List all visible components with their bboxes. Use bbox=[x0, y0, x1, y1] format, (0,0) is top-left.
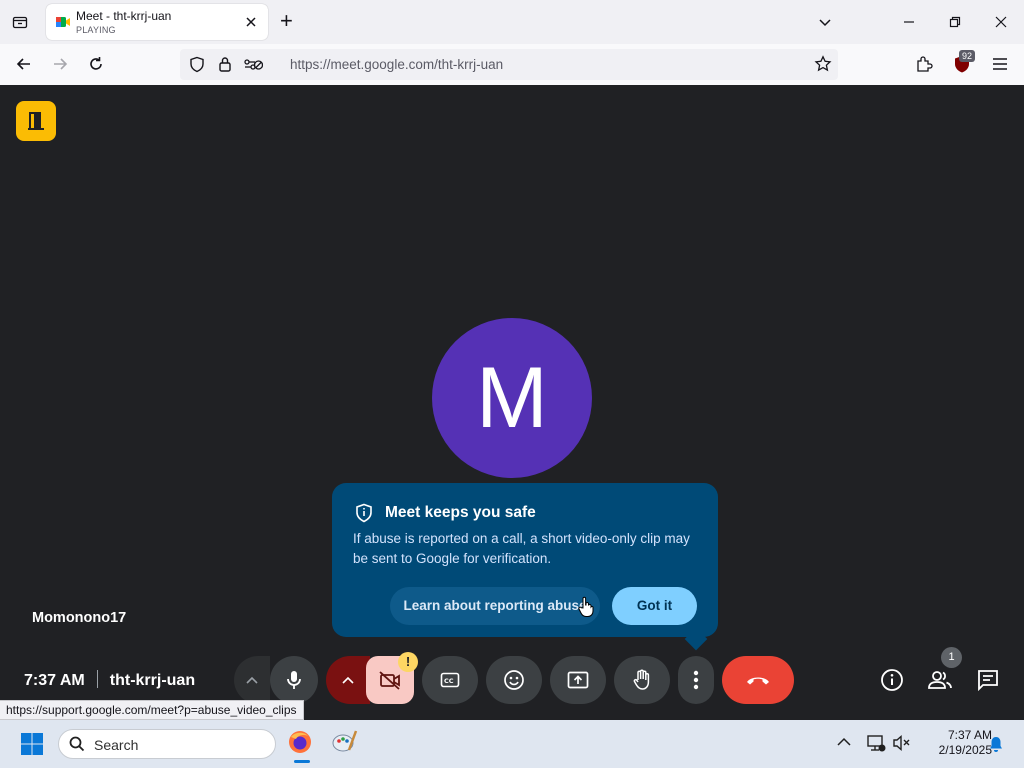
firefox-taskbar-icon[interactable] bbox=[286, 728, 318, 763]
meeting-time: 7:37 AM bbox=[24, 672, 85, 689]
paint-taskbar-icon[interactable] bbox=[330, 728, 362, 760]
end-call-button[interactable] bbox=[722, 656, 794, 704]
tooltip-title: Meet keeps you safe bbox=[385, 504, 536, 521]
extension-badge: 92 bbox=[959, 50, 976, 62]
hand-cursor-icon bbox=[578, 596, 594, 618]
shield-icon[interactable] bbox=[189, 56, 205, 73]
got-it-button[interactable]: Got it bbox=[612, 587, 697, 625]
meeting-info-icon[interactable] bbox=[876, 664, 908, 696]
taskbar-search-box[interactable]: Search bbox=[58, 729, 276, 759]
tab-meet[interactable]: Meet - tht-krrj-uan PLAYING bbox=[46, 4, 268, 40]
close-tab-icon[interactable] bbox=[244, 15, 258, 29]
shield-info-icon bbox=[355, 503, 373, 523]
windows-start-icon[interactable] bbox=[20, 732, 44, 756]
google-meet-icon bbox=[55, 14, 71, 30]
system-clock[interactable]: 7:37 AM 2/19/2025 bbox=[912, 728, 992, 758]
new-tab-button[interactable]: + bbox=[280, 10, 293, 32]
tooltip-body: If abuse is reported on a call, a short … bbox=[353, 531, 690, 566]
participant-name: Momonono17 bbox=[32, 610, 127, 626]
learn-reporting-abuse-button[interactable]: Learn about reporting abuse bbox=[390, 587, 600, 625]
clock-date: 2/19/2025 bbox=[938, 743, 992, 757]
video-options-chevron[interactable] bbox=[326, 656, 370, 704]
list-all-tabs-icon[interactable] bbox=[810, 7, 840, 37]
meet-call-area: M Meet keeps you safe If abuse is report… bbox=[0, 85, 1024, 720]
reload-icon[interactable] bbox=[81, 49, 111, 79]
lock-icon[interactable] bbox=[218, 56, 232, 73]
close-window-icon[interactable] bbox=[986, 7, 1016, 37]
extensions-icon[interactable] bbox=[909, 49, 939, 79]
show-hidden-icons-chevron[interactable] bbox=[836, 736, 852, 748]
audio-options-chevron[interactable] bbox=[234, 656, 270, 704]
safety-tooltip: Meet keeps you safe If abuse is reported… bbox=[332, 483, 718, 637]
link-status-url: https://support.google.com/meet?p=abuse_… bbox=[0, 700, 304, 720]
url-path: /tht-krrj-uan bbox=[434, 57, 504, 72]
meeting-details-label: 7:37 AM tht-krrj-uan bbox=[24, 670, 195, 690]
participants-count-badge: 1 bbox=[941, 647, 962, 668]
permissions-icon[interactable] bbox=[243, 57, 263, 72]
volume-muted-icon[interactable] bbox=[892, 734, 912, 752]
search-icon bbox=[69, 736, 85, 752]
url-text[interactable]: https://meet.google.com/tht-krrj-uan bbox=[290, 57, 503, 72]
raise-hand-button[interactable] bbox=[614, 656, 670, 704]
bookmark-star-icon[interactable] bbox=[814, 55, 832, 73]
search-label: Search bbox=[94, 737, 139, 753]
tab-overview-icon[interactable] bbox=[5, 7, 35, 37]
leave-door-icon[interactable] bbox=[16, 101, 56, 141]
tab-title: Meet - tht-krrj-uan bbox=[76, 9, 172, 23]
forward-arrow-icon[interactable] bbox=[45, 49, 75, 79]
network-icon[interactable] bbox=[866, 733, 886, 753]
warning-badge: ! bbox=[398, 652, 418, 672]
clock-time: 7:37 AM bbox=[947, 728, 992, 742]
minimize-window-icon[interactable] bbox=[894, 7, 924, 37]
active-app-indicator bbox=[294, 760, 310, 763]
meeting-code: tht-krrj-uan bbox=[109, 672, 196, 689]
emoji-reactions-button[interactable] bbox=[486, 656, 542, 704]
url-bar[interactable]: https://meet.google.com/tht-krrj-uan bbox=[180, 49, 838, 80]
participant-avatar: M bbox=[432, 318, 592, 478]
back-arrow-icon[interactable] bbox=[9, 49, 39, 79]
ublock-extension-icon[interactable]: 92 bbox=[952, 50, 976, 76]
windows-taskbar: Search 7:37 AM 2/19/2025 bbox=[0, 720, 1024, 768]
more-options-icon[interactable] bbox=[678, 656, 714, 704]
people-icon[interactable] bbox=[924, 664, 956, 696]
tab-playing-label: PLAYING bbox=[76, 25, 116, 35]
chat-icon[interactable] bbox=[972, 664, 1004, 696]
svg-text:CC: CC bbox=[444, 677, 454, 685]
microphone-button[interactable] bbox=[270, 656, 318, 704]
present-screen-button[interactable] bbox=[550, 656, 606, 704]
notifications-bell-icon[interactable] bbox=[987, 735, 1005, 753]
tab-bar: Meet - tht-krrj-uan PLAYING + bbox=[0, 0, 1024, 44]
captions-button[interactable]: CC bbox=[422, 656, 478, 704]
url-host: https://meet.google.com bbox=[290, 57, 435, 72]
restore-window-icon[interactable] bbox=[940, 7, 970, 37]
menu-hamburger-icon[interactable] bbox=[985, 49, 1015, 79]
separator bbox=[96, 670, 98, 688]
